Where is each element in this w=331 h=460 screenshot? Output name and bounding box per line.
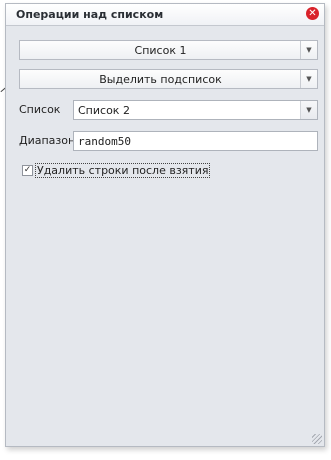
source-list-value: Список 1 bbox=[134, 44, 187, 57]
resize-grip-icon[interactable] bbox=[312, 434, 322, 444]
operations-dialog: Операции над списком ✕ Список 1 ▼ Выдели… bbox=[5, 3, 325, 447]
close-button[interactable]: ✕ bbox=[306, 7, 319, 20]
remove-rows-label[interactable]: Удалить строки после взятия bbox=[35, 163, 211, 178]
chevron-down-icon[interactable]: ▼ bbox=[300, 41, 317, 59]
source-list-dropdown[interactable]: Список 1 ▼ bbox=[19, 40, 318, 60]
dialog-title: Операции над списком bbox=[16, 8, 164, 21]
range-label: Диапазон bbox=[19, 134, 76, 147]
remove-rows-checkbox[interactable]: ✓ bbox=[22, 165, 33, 176]
target-list-dropdown[interactable]: Список 2 ▼ bbox=[73, 100, 318, 120]
chevron-down-icon[interactable]: ▼ bbox=[300, 70, 317, 88]
chevron-down-icon[interactable]: ▼ bbox=[300, 101, 317, 119]
check-icon: ✓ bbox=[23, 165, 32, 175]
target-list-value: Список 2 bbox=[78, 104, 130, 117]
action-dropdown[interactable]: Выделить подсписок ▼ bbox=[19, 69, 318, 89]
title-bar: Операции над списком ✕ bbox=[6, 4, 324, 26]
range-input[interactable]: random50 bbox=[73, 131, 318, 151]
close-icon: ✕ bbox=[308, 8, 317, 19]
range-value: random50 bbox=[78, 135, 131, 148]
action-value: Выделить подсписок bbox=[99, 73, 222, 86]
target-list-label: Список bbox=[19, 103, 61, 116]
